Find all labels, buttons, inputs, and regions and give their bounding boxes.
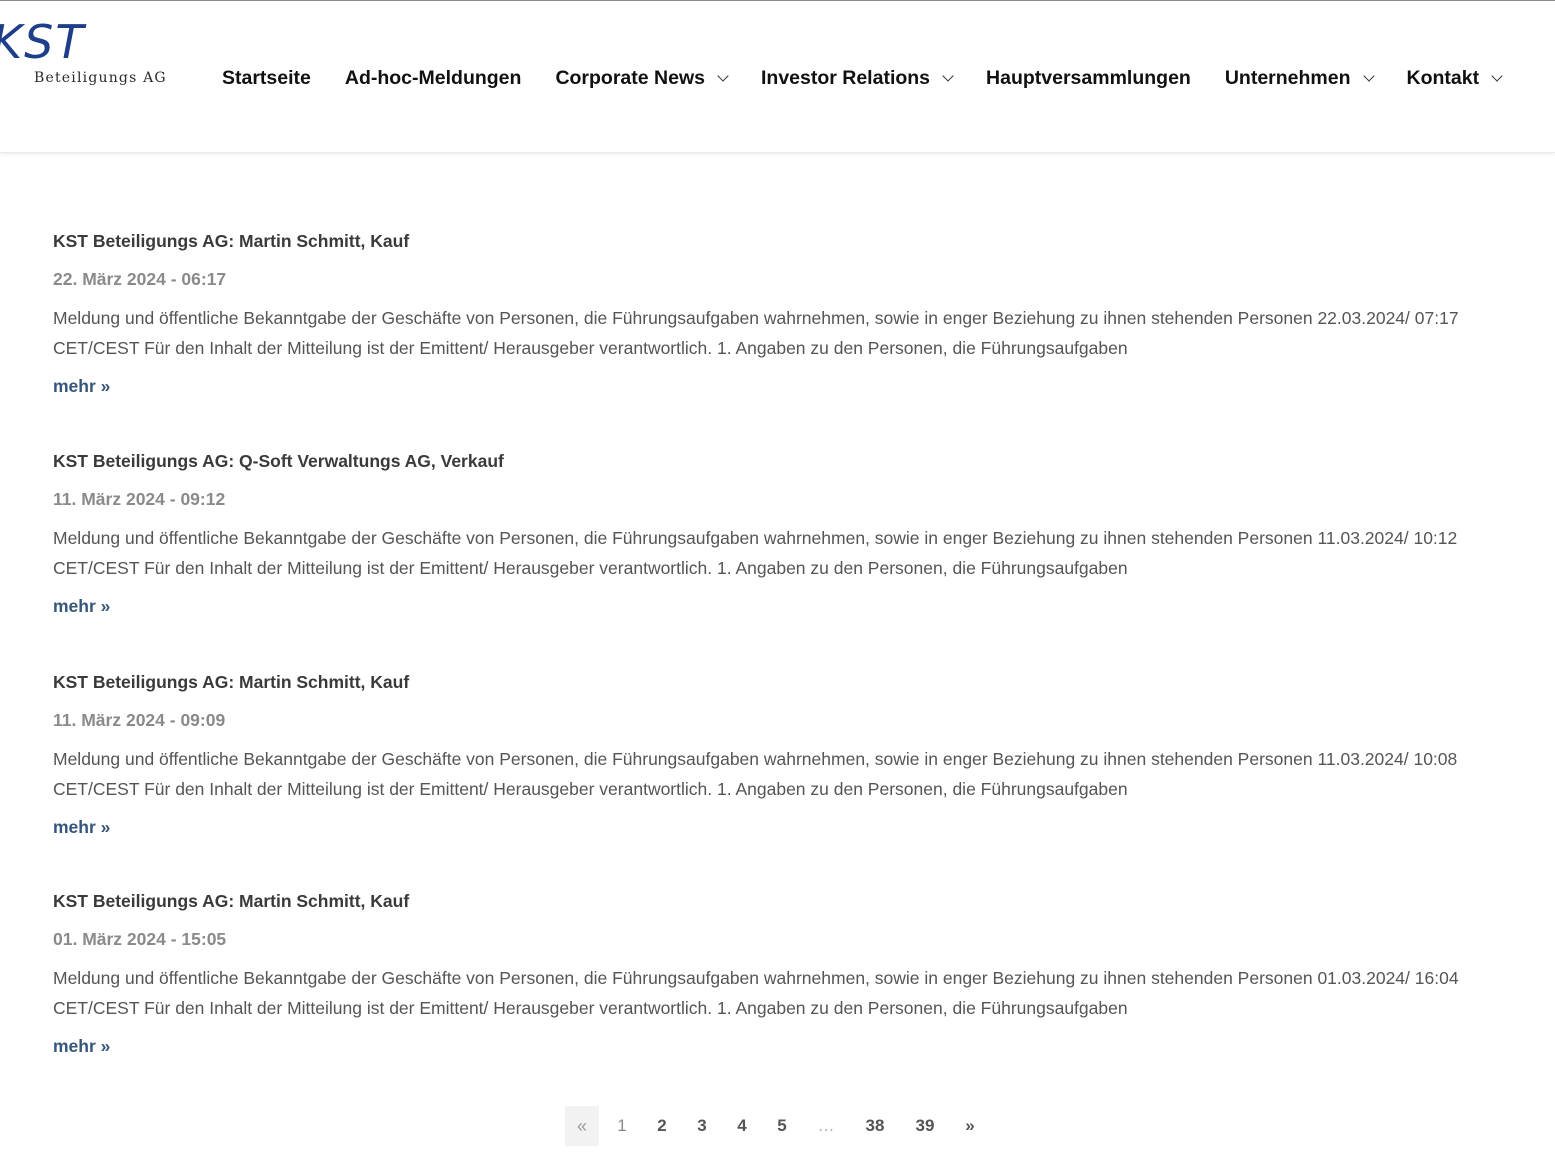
post-date: 11. März 2024 - 09:12 <box>53 489 226 509</box>
nav-ad-hoc-meldungen[interactable]: Ad-hoc-Meldungen <box>345 67 522 90</box>
nav-label: Ad-hoc-Meldungen <box>344 66 522 89</box>
chevron-down-icon <box>942 70 954 82</box>
nav-corporate-news[interactable]: Corporate News <box>555 66 729 90</box>
nav-unternehmen[interactable]: Unternehmen <box>1224 66 1375 90</box>
post-title[interactable]: KST Beteiligungs AG: Q-Soft Verwaltungs … <box>53 451 504 472</box>
pagination-ellipsis: … <box>817 1116 835 1135</box>
nav-label: Unternehmen <box>1224 66 1351 89</box>
pagination-page-4[interactable]: 4 <box>725 1106 759 1146</box>
logo-mark: KST <box>0 15 86 69</box>
pagination-page-38[interactable]: 38 <box>847 1106 903 1146</box>
pagination-prev-button[interactable]: « <box>565 1106 599 1146</box>
logo-subtitle: Beteiligungs AG <box>34 70 167 86</box>
post-excerpt: Meldung und öffentliche Bekanntgabe der … <box>53 968 1459 1018</box>
post-excerpt: Meldung und öffentliche Bekanntgabe der … <box>53 528 1458 578</box>
nav-label: Kontakt <box>1406 66 1480 89</box>
read-more-link[interactable]: mehr » <box>53 817 110 838</box>
pagination-page-39[interactable]: 39 <box>903 1106 947 1146</box>
nav-label: Startseite <box>222 66 311 89</box>
chevron-down-icon <box>717 70 729 82</box>
pagination-page-5[interactable]: 5 <box>759 1106 805 1146</box>
read-more-link[interactable]: mehr » <box>53 1036 110 1057</box>
nav-label: Corporate News <box>555 66 705 89</box>
post-date: 01. März 2024 - 15:05 <box>53 929 227 949</box>
post-title[interactable]: KST Beteiligungs AG: Martin Schmitt, Kau… <box>53 891 409 912</box>
nav-hauptversammlungen[interactable]: Hauptversammlungen <box>986 67 1191 90</box>
post-title[interactable]: KST Beteiligungs AG: Martin Schmitt, Kau… <box>53 672 409 693</box>
nav-kontakt[interactable]: Kontakt <box>1406 66 1503 90</box>
chevron-down-icon <box>1362 70 1375 82</box>
main-nav: Startseite Ad-hoc-Meldungen Corporate Ne… <box>222 63 1503 93</box>
logo[interactable]: KST Beteiligungs AG <box>0 15 170 95</box>
post-title[interactable]: KST Beteiligungs AG: Martin Schmitt, Kau… <box>53 231 409 252</box>
post-date: 11. März 2024 - 09:09 <box>53 710 226 730</box>
pagination-page-3[interactable]: 3 <box>679 1106 725 1146</box>
page: KST Beteiligungs AG Startseite Ad-hoc-Me… <box>0 0 1555 1174</box>
pagination-next-button[interactable]: » <box>947 1106 993 1146</box>
nav-startseite[interactable]: Startseite <box>222 67 311 90</box>
read-more-link[interactable]: mehr » <box>53 596 110 617</box>
nav-investor-relations[interactable]: Investor Relations <box>760 66 954 90</box>
read-more-link[interactable]: mehr » <box>53 376 110 397</box>
nav-label: Hauptversammlungen <box>986 66 1191 89</box>
nav-label: Investor Relations <box>760 66 931 89</box>
post-date: 22. März 2024 - 06:17 <box>53 269 227 289</box>
site-header: KST Beteiligungs AG Startseite Ad-hoc-Me… <box>0 0 1555 153</box>
chevron-down-icon <box>1491 70 1503 82</box>
post-excerpt: Meldung und öffentliche Bekanntgabe der … <box>53 308 1459 358</box>
pagination-page-2[interactable]: 2 <box>645 1106 679 1146</box>
pagination-page-1[interactable]: 1 <box>599 1106 645 1146</box>
post-excerpt: Meldung und öffentliche Bekanntgabe der … <box>53 749 1458 799</box>
pagination: « 1 2 3 4 5 … 38 39 » <box>565 1106 993 1146</box>
